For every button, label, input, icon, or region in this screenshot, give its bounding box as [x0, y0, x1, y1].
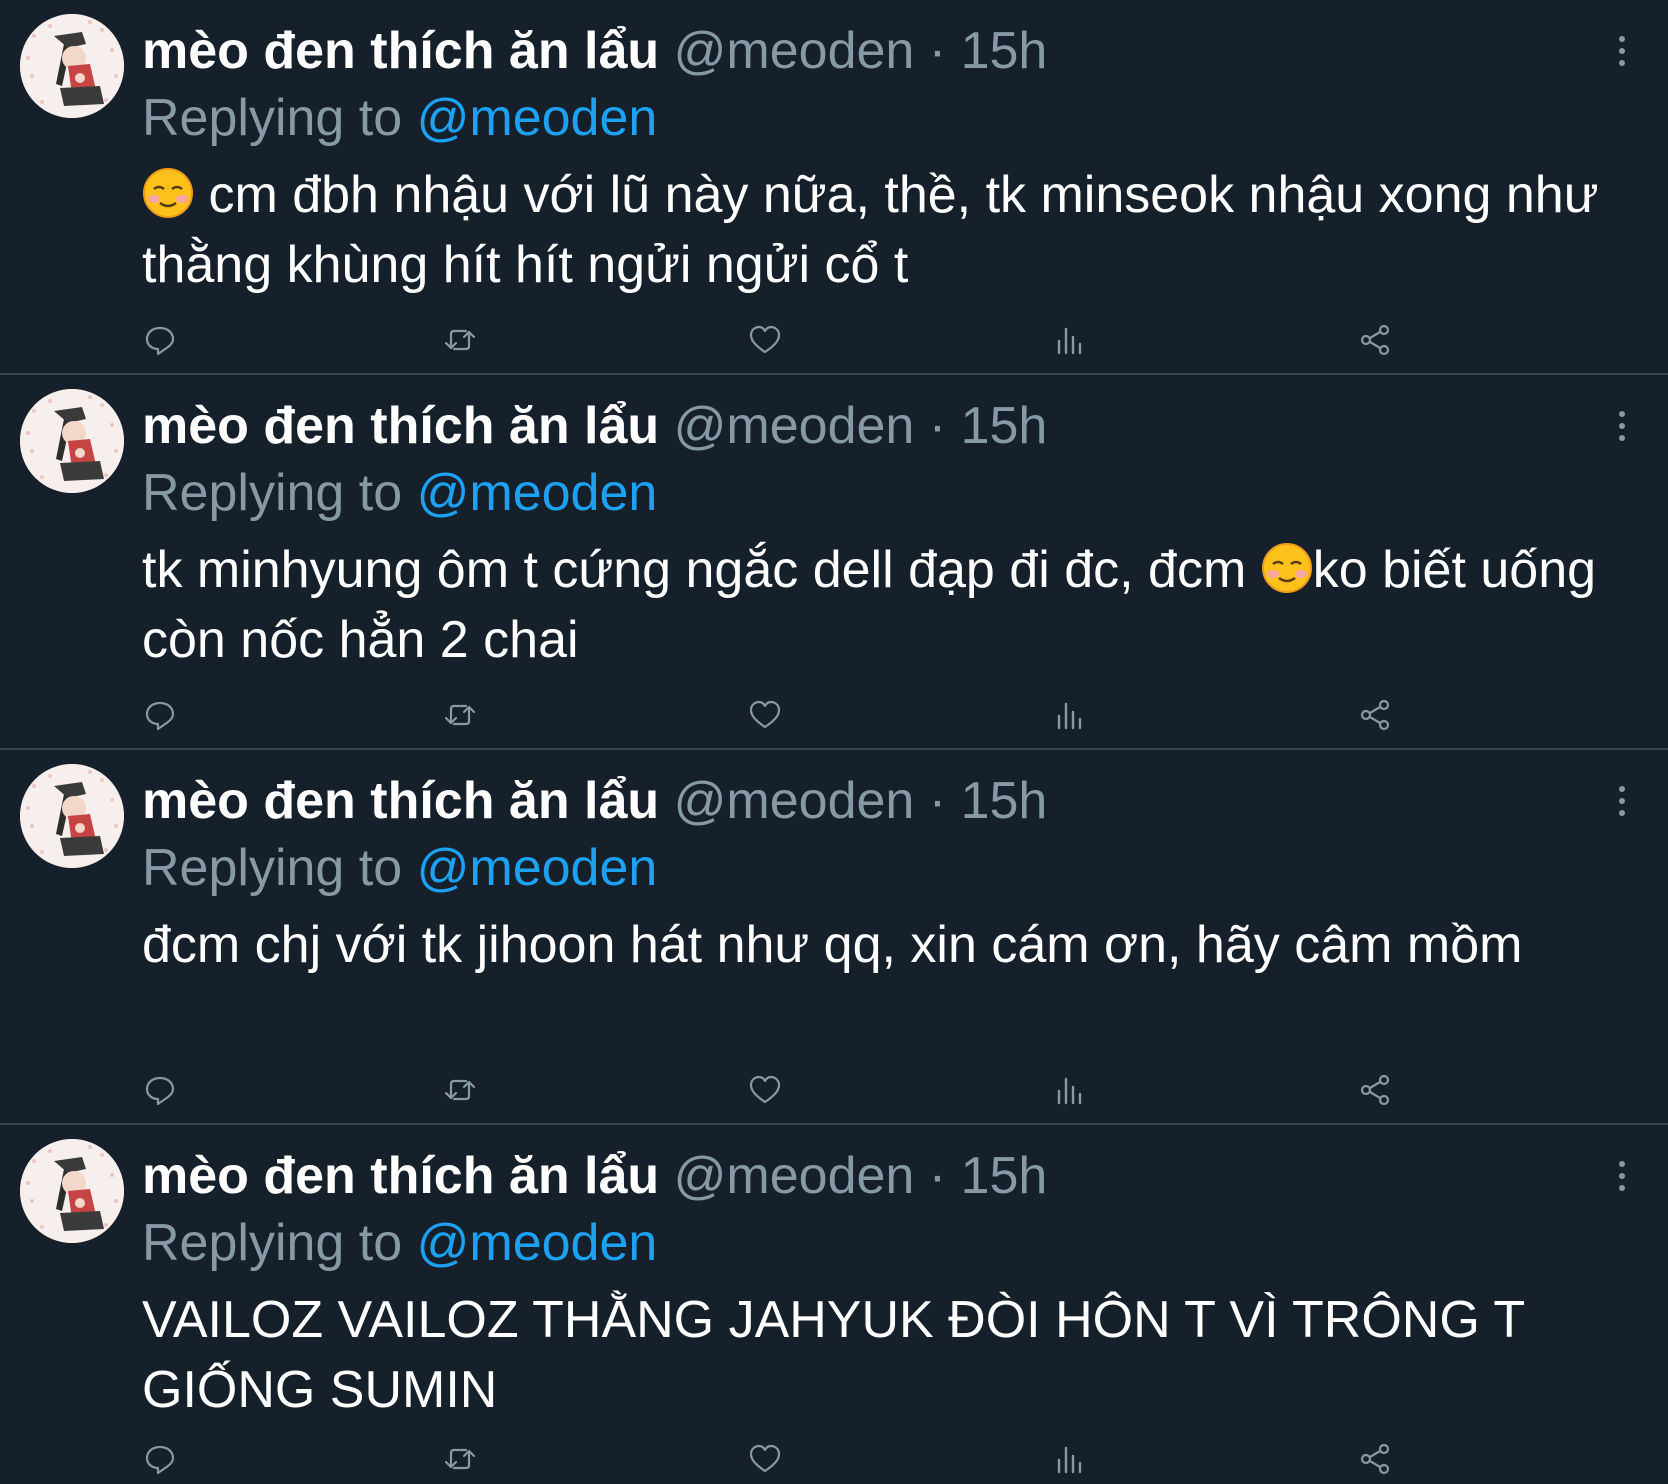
tweet-text-part: tk minhyung ôm t cứng ngắc dell đạp đi đ…	[142, 541, 1261, 599]
separator-dot: ·	[928, 397, 947, 455]
like-icon	[749, 700, 781, 729]
analytics-icon	[1057, 1077, 1082, 1105]
replying-to-label: Replying to	[142, 839, 403, 897]
separator-dot: ·	[928, 22, 947, 80]
replying-to-handle[interactable]: @meoden	[417, 89, 658, 147]
tweet-header: mèo đen thích ăn lẩu @meoden · 15h	[142, 395, 1047, 457]
analytics-button[interactable]	[1052, 1441, 1088, 1477]
like-icon	[749, 1444, 781, 1473]
avatar[interactable]	[20, 1139, 124, 1243]
retweet-button[interactable]	[442, 1441, 478, 1477]
share-icon	[1360, 1443, 1390, 1475]
share-button[interactable]	[1357, 697, 1393, 733]
tweet-text: cm đbh nhậu với lũ này nữa, thề, tk mins…	[142, 160, 1602, 300]
retweet-button[interactable]	[442, 697, 478, 733]
replying-to-handle[interactable]: @meoden	[417, 464, 658, 522]
replying-to: Replying to @meoden	[142, 462, 657, 524]
share-button[interactable]	[1357, 322, 1393, 358]
share-icon	[1360, 1074, 1390, 1106]
tweet-actions	[142, 1441, 1412, 1477]
tweet-text: tk minhyung ôm t cứng ngắc dell đạp đi đ…	[142, 535, 1602, 675]
tweet-header: mèo đen thích ăn lẩu @meoden · 15h	[142, 770, 1047, 832]
share-button[interactable]	[1357, 1072, 1393, 1108]
smiling-face-icon	[1261, 543, 1312, 593]
more-options-icon[interactable]	[1614, 409, 1630, 443]
tweet[interactable]: mèo đen thích ăn lẩu @meoden · 15h Reply…	[0, 375, 1668, 750]
analytics-icon	[1057, 327, 1082, 355]
retweet-button[interactable]	[442, 322, 478, 358]
reply-icon	[145, 1076, 175, 1106]
display-name[interactable]: mèo đen thích ăn lẩu	[142, 22, 659, 80]
analytics-icon	[1057, 702, 1082, 730]
like-button[interactable]	[747, 322, 783, 358]
avatar[interactable]	[20, 14, 124, 118]
replying-to-label: Replying to	[142, 1214, 403, 1272]
timestamp[interactable]: 15h	[961, 772, 1048, 830]
avatar[interactable]	[20, 389, 124, 493]
replying-to: Replying to @meoden	[142, 1212, 657, 1274]
tweet-text: VAILOZ VAILOZ THẰNG JAHYUK ĐÒI HÔN T VÌ …	[142, 1285, 1602, 1425]
reply-button[interactable]	[142, 322, 178, 358]
separator-dot: ·	[928, 772, 947, 830]
replying-to: Replying to @meoden	[142, 837, 657, 899]
more-options-icon[interactable]	[1614, 34, 1630, 68]
replying-to: Replying to @meoden	[142, 87, 657, 149]
separator-dot: ·	[928, 1147, 947, 1205]
reply-button[interactable]	[142, 697, 178, 733]
analytics-button[interactable]	[1052, 322, 1088, 358]
share-icon	[1360, 324, 1390, 356]
retweet-icon	[444, 329, 476, 351]
tweet-actions	[142, 322, 1412, 358]
retweet-icon	[444, 1448, 476, 1470]
like-icon	[749, 325, 781, 354]
tweet-text: đcm chj với tk jihoon hát như qq, xin cá…	[142, 910, 1602, 980]
tweet-text-part: VAILOZ VAILOZ THẰNG JAHYUK ĐÒI HÔN T VÌ …	[142, 1291, 1525, 1419]
tweet-actions	[142, 1072, 1412, 1108]
more-options-icon[interactable]	[1614, 784, 1630, 818]
analytics-button[interactable]	[1052, 697, 1088, 733]
share-icon	[1360, 699, 1390, 731]
more-options-icon[interactable]	[1614, 1159, 1630, 1193]
tweet[interactable]: mèo đen thích ăn lẩu @meoden · 15h Reply…	[0, 750, 1668, 1125]
like-button[interactable]	[747, 1072, 783, 1108]
user-handle[interactable]: @meoden	[674, 772, 915, 830]
tweet-header: mèo đen thích ăn lẩu @meoden · 15h	[142, 1145, 1047, 1207]
reply-button[interactable]	[142, 1072, 178, 1108]
timestamp[interactable]: 15h	[961, 22, 1048, 80]
replying-to-handle[interactable]: @meoden	[417, 1214, 658, 1272]
smiling-face-icon	[143, 168, 193, 218]
retweet-icon	[444, 704, 476, 726]
tweet[interactable]: mèo đen thích ăn lẩu @meoden · 15h Reply…	[0, 1125, 1668, 1484]
like-icon	[749, 1075, 781, 1104]
display-name[interactable]: mèo đen thích ăn lẩu	[142, 772, 659, 830]
timestamp[interactable]: 15h	[961, 397, 1048, 455]
user-handle[interactable]: @meoden	[674, 22, 915, 80]
reply-icon	[145, 326, 175, 356]
retweet-button[interactable]	[442, 1072, 478, 1108]
like-button[interactable]	[747, 1441, 783, 1477]
tweet-text-part: đcm chj với tk jihoon hát như qq, xin cá…	[142, 916, 1523, 974]
analytics-icon	[1057, 1446, 1082, 1474]
replying-to-handle[interactable]: @meoden	[417, 839, 658, 897]
tweet-timeline: mèo đen thích ăn lẩu @meoden · 15h Reply…	[0, 0, 1668, 1484]
tweet-text-part: cm đbh nhậu với lũ này nữa, thề, tk mins…	[142, 166, 1599, 294]
tweet-actions	[142, 697, 1412, 733]
tweet[interactable]: mèo đen thích ăn lẩu @meoden · 15h Reply…	[0, 0, 1668, 375]
timestamp[interactable]: 15h	[961, 1147, 1048, 1205]
tweet-header: mèo đen thích ăn lẩu @meoden · 15h	[142, 20, 1047, 82]
display-name[interactable]: mèo đen thích ăn lẩu	[142, 397, 659, 455]
avatar[interactable]	[20, 764, 124, 868]
like-button[interactable]	[747, 697, 783, 733]
user-handle[interactable]: @meoden	[674, 397, 915, 455]
replying-to-label: Replying to	[142, 464, 403, 522]
retweet-icon	[444, 1079, 476, 1101]
share-button[interactable]	[1357, 1441, 1393, 1477]
user-handle[interactable]: @meoden	[674, 1147, 915, 1205]
reply-icon	[145, 1445, 175, 1475]
analytics-button[interactable]	[1052, 1072, 1088, 1108]
reply-button[interactable]	[142, 1441, 178, 1477]
replying-to-label: Replying to	[142, 89, 403, 147]
display-name[interactable]: mèo đen thích ăn lẩu	[142, 1147, 659, 1205]
reply-icon	[145, 701, 175, 731]
